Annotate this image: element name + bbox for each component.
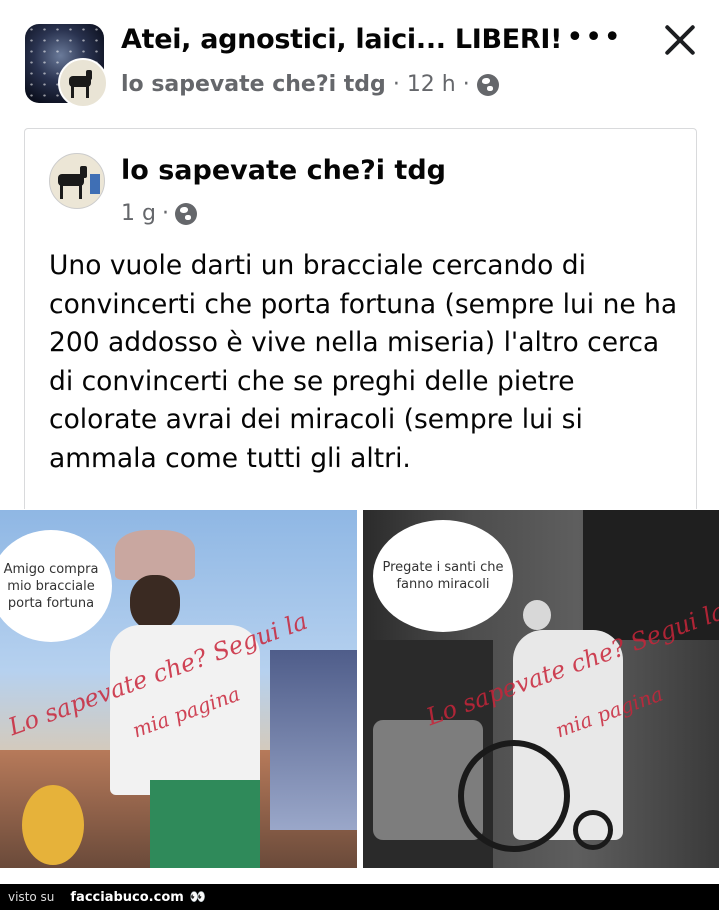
speech-bubble-right: Pregate i santi che fanno miracoli [373,520,513,632]
shared-author-name[interactable]: lo sapevate che?i tdg [121,155,446,186]
shared-post-time[interactable]: 1 g [121,201,156,226]
reactions-strip [0,868,719,884]
footer-site: facciabuco.com [70,889,184,905]
hat-shape [115,530,195,580]
photo-vendor[interactable]: Amigo compra mio bracciale porta fortuna… [0,510,357,868]
separator-dot: · [161,201,169,226]
eyes-icon: 👀 [189,889,206,905]
figure-decoration [90,174,100,194]
close-icon[interactable] [662,22,698,58]
group-title[interactable]: Atei, agnostici, laici... LIBERI! [121,24,562,55]
head-shape [523,600,551,630]
page-name-link[interactable]: lo sapevate che?i tdg [121,72,386,97]
small-wheel-shape [573,810,613,850]
footer-watermark: visto su facciabuco.com 👀 [0,884,719,910]
photo-wheelchair[interactable]: Pregate i santi che fanno miracoli Lo sa… [363,510,719,868]
separator-dot: · [392,72,400,97]
shared-author-avatar[interactable] [49,153,105,209]
globe-icon [174,202,197,225]
post-text: Uno vuole darti un bracciale cercando di… [49,250,678,474]
basket-shape [150,780,260,868]
post-meta: lo sapevate che?i tdg · 12 h · [121,72,499,97]
page-avatar[interactable] [58,58,108,108]
wheel-shape [458,740,570,852]
globe-icon [476,73,499,96]
shared-post-card[interactable]: lo sapevate che?i tdg 1 g · Uno vuole da… [24,128,697,509]
separator-dot: · [462,72,470,97]
shared-post-meta: 1 g · [121,201,197,226]
face-shape [130,575,180,630]
speech-bubble-left: Amigo compra mio bracciale porta fortuna [0,530,112,642]
paddle-shape [22,785,84,865]
footer-visto: visto su [8,890,55,904]
post-time[interactable]: 12 h [407,72,456,97]
rack-shape [270,650,357,830]
more-horizontal-icon[interactable]: ••• [566,23,622,53]
